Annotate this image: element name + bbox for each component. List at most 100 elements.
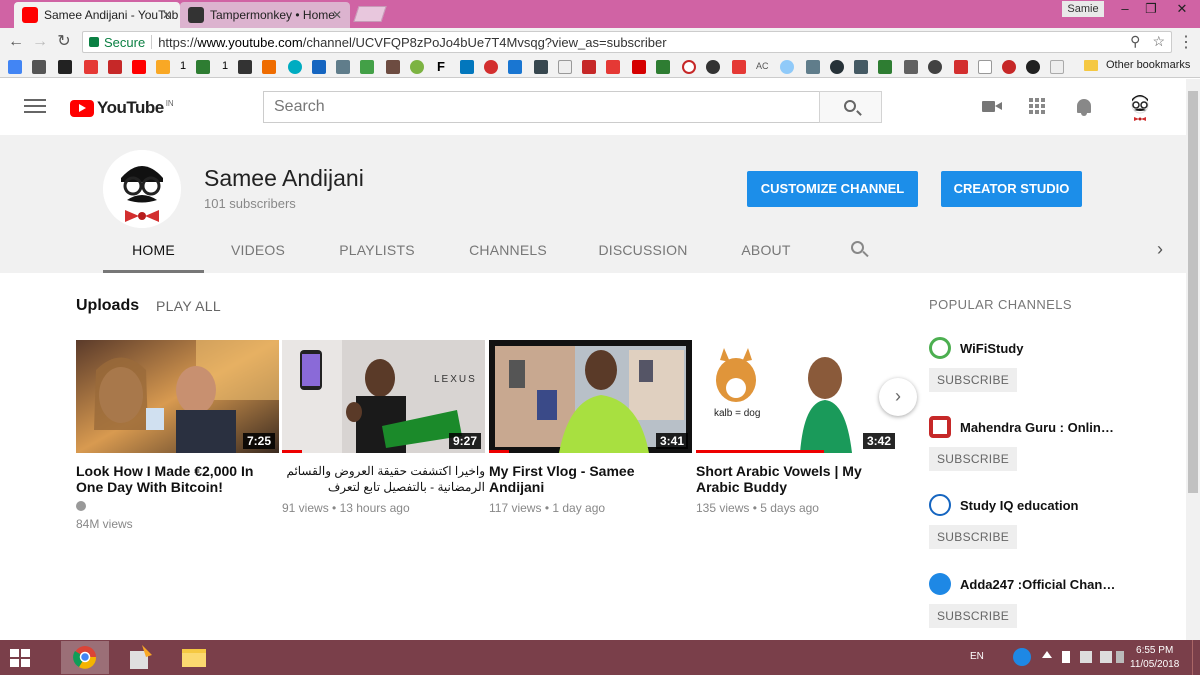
- bookmark-icon[interactable]: [460, 60, 474, 74]
- chrome-taskbar-icon[interactable]: [61, 641, 109, 674]
- tab-discussion[interactable]: DISCUSSION: [593, 227, 693, 273]
- network-icon[interactable]: [1080, 651, 1092, 663]
- bookmark-icon[interactable]: [656, 60, 670, 74]
- bookmark-icon[interactable]: [682, 60, 696, 74]
- bookmark-icon[interactable]: [904, 60, 918, 74]
- uploads-heading[interactable]: Uploads: [76, 297, 139, 315]
- tab-playlists[interactable]: PLAYLISTS: [331, 227, 423, 273]
- battery-icon[interactable]: [1062, 651, 1070, 663]
- bookmark-icon[interactable]: [806, 60, 820, 74]
- shelf-next-button[interactable]: ›: [879, 378, 917, 416]
- video-card[interactable]: LEXUS 9:27 واخيرا اكتشفت حقيقة العروض وا…: [282, 340, 485, 515]
- tab-about[interactable]: ABOUT: [731, 227, 801, 273]
- subscribe-button[interactable]: SUBSCRIBE: [929, 604, 1018, 628]
- bookmark-icon[interactable]: [508, 60, 522, 74]
- play-all-button[interactable]: PLAY ALL: [156, 298, 221, 314]
- keyboard-icon[interactable]: [1116, 651, 1124, 663]
- cleaner-taskbar-icon[interactable]: [116, 641, 164, 674]
- channel-name[interactable]: WiFiStudy: [960, 341, 1119, 356]
- search-input[interactable]: Search: [263, 91, 820, 123]
- video-title[interactable]: Look How I Made €2,000 In One Day With B…: [76, 463, 279, 495]
- bookmark-icon[interactable]: [312, 60, 326, 74]
- bookmark-icon[interactable]: [606, 60, 620, 74]
- chrome-menu-icon[interactable]: ⋮: [1178, 32, 1194, 52]
- file-explorer-icon[interactable]: [170, 641, 218, 674]
- bookmark-icon[interactable]: [410, 60, 424, 74]
- close-icon[interactable]: ✕: [162, 8, 172, 22]
- video-title[interactable]: واخيرا اكتشفت حقيقة العروض والقسائم الرم…: [282, 463, 485, 495]
- secure-indicator[interactable]: Secure: [89, 35, 145, 50]
- bookmark-icon[interactable]: [1002, 60, 1016, 74]
- bookmark-icon[interactable]: [196, 60, 210, 74]
- scrollbar-thumb[interactable]: [1188, 91, 1198, 493]
- wordpress-bookmark-icon[interactable]: [830, 60, 844, 74]
- bookmark-label[interactable]: F: [437, 59, 445, 74]
- bookmark-icon[interactable]: [534, 60, 548, 74]
- volume-icon[interactable]: [1100, 651, 1112, 663]
- channel-avatar[interactable]: [929, 416, 951, 438]
- bookmark-icon[interactable]: [954, 60, 968, 74]
- account-avatar[interactable]: [1128, 91, 1152, 123]
- bookmark-icon[interactable]: [336, 60, 350, 74]
- channel-name[interactable]: Mahendra Guru : Online Tests: [960, 420, 1119, 435]
- windows-start-icon[interactable]: [10, 649, 30, 667]
- tab-channels[interactable]: CHANNELS: [461, 227, 555, 273]
- search-button[interactable]: [819, 91, 882, 123]
- bookmark-label[interactable]: 1: [180, 60, 186, 72]
- apps-grid-icon[interactable]: [1029, 98, 1045, 114]
- show-desktop-button[interactable]: [1192, 640, 1200, 675]
- page-bookmark-icon[interactable]: [978, 60, 992, 74]
- clock[interactable]: 6:55 PM 11/05/2018: [1130, 644, 1179, 672]
- bookmark-icon[interactable]: [632, 60, 646, 74]
- video-title[interactable]: Short Arabic Vowels | My Arabic Buddy: [696, 463, 899, 495]
- youtube-logo[interactable]: YouTube IN: [70, 98, 174, 118]
- tab-youtube[interactable]: Samee Andijani - YouTub ✕: [14, 2, 180, 28]
- tab-tampermonkey[interactable]: Tampermonkey • Home ✕: [180, 2, 350, 28]
- notifications-bell-icon[interactable]: [1075, 98, 1095, 116]
- bookmark-icon[interactable]: [1050, 60, 1064, 74]
- video-title[interactable]: My First Vlog - Samee Andijani: [489, 463, 692, 495]
- google-bookmark-icon[interactable]: [8, 60, 22, 74]
- page-bookmark-icon[interactable]: [558, 60, 572, 74]
- help-icon[interactable]: [1013, 648, 1031, 666]
- bookmark-icon[interactable]: [780, 60, 794, 74]
- bookmark-icon[interactable]: [878, 60, 892, 74]
- subscribe-button[interactable]: SUBSCRIBE: [929, 447, 1018, 471]
- bookmark-icon[interactable]: [156, 60, 170, 74]
- bookmark-icon[interactable]: [928, 60, 942, 74]
- channel-avatar[interactable]: [103, 150, 181, 228]
- bookmark-icon[interactable]: [288, 60, 302, 74]
- video-card[interactable]: kalb = dog 3:42 Short Arabic Vowels | My…: [696, 340, 899, 515]
- bookmark-icon[interactable]: [582, 60, 596, 74]
- show-hidden-icons-icon[interactable]: [1042, 651, 1052, 658]
- close-icon[interactable]: ✕: [332, 8, 342, 22]
- maple-leaf-bookmark-icon[interactable]: [732, 60, 746, 74]
- maximize-button[interactable]: ❐: [1136, 0, 1166, 20]
- hamburger-menu-icon[interactable]: [24, 99, 46, 115]
- video-thumbnail[interactable]: 7:25: [76, 340, 279, 453]
- forward-icon[interactable]: →: [30, 32, 50, 52]
- bookmark-icon[interactable]: [108, 60, 122, 74]
- language-indicator[interactable]: EN: [970, 651, 984, 662]
- other-bookmarks[interactable]: Other bookmarks: [1084, 59, 1190, 71]
- star-icon[interactable]: ☆: [1152, 33, 1165, 50]
- youtube-bookmark-icon[interactable]: [132, 60, 146, 74]
- gmail-bookmark-icon[interactable]: [238, 60, 252, 74]
- channel-avatar[interactable]: [929, 337, 951, 359]
- bookmark-icon[interactable]: [1026, 60, 1040, 74]
- omnibox[interactable]: Secure https://www.youtube.com/channel/U…: [82, 31, 1172, 53]
- zoom-icon[interactable]: ⚲: [1130, 33, 1140, 50]
- upload-video-icon[interactable]: [982, 98, 1002, 116]
- channel-name[interactable]: Study IQ education: [960, 498, 1119, 513]
- channel-search-icon[interactable]: [851, 241, 869, 258]
- bookmark-icon[interactable]: [484, 60, 498, 74]
- bookmark-icon[interactable]: [386, 60, 400, 74]
- back-icon[interactable]: ←: [6, 32, 26, 52]
- video-thumbnail[interactable]: 3:41: [489, 340, 692, 453]
- chevron-right-icon[interactable]: ›: [1157, 239, 1163, 260]
- bookmark-icon[interactable]: [706, 60, 720, 74]
- video-card[interactable]: 7:25 Look How I Made €2,000 In One Day W…: [76, 340, 279, 531]
- new-tab-button[interactable]: [353, 6, 387, 22]
- channel-avatar[interactable]: [929, 573, 951, 595]
- subscribe-button[interactable]: SUBSCRIBE: [929, 525, 1018, 549]
